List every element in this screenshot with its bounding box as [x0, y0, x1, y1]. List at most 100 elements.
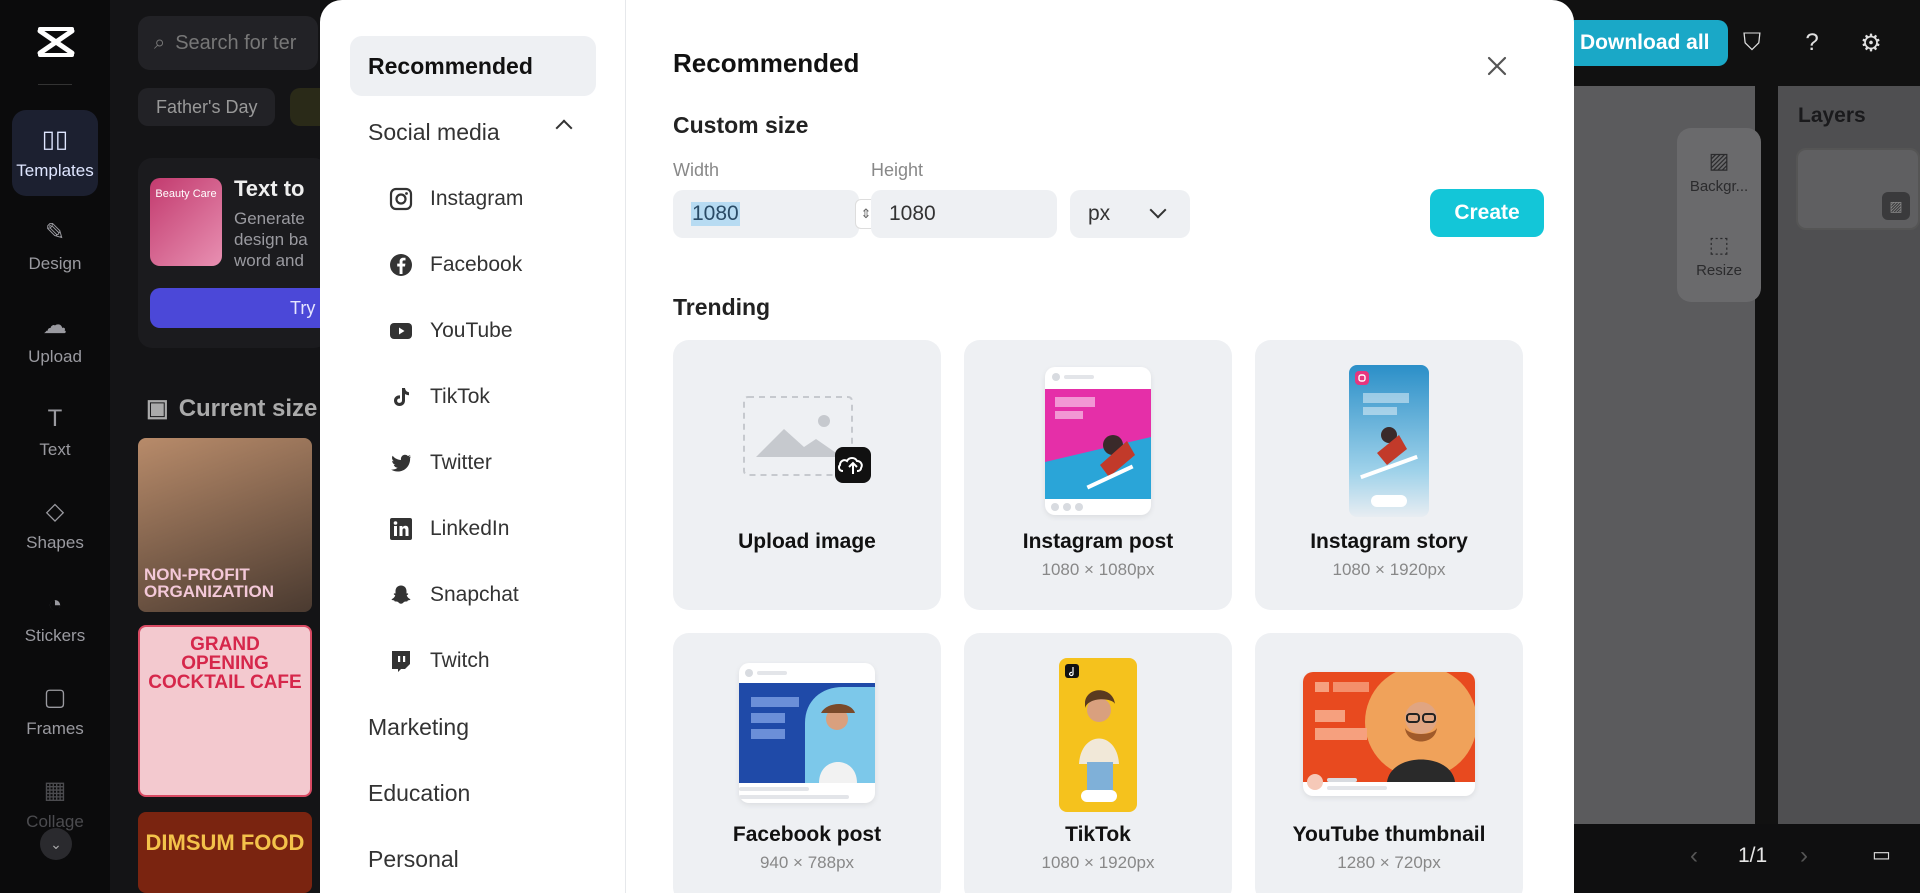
card-label: Instagram post [1022, 530, 1174, 553]
instagram-icon [388, 186, 414, 212]
template-search-input[interactable]: ⌕ Search for ter [138, 16, 318, 70]
rail-frames[interactable]: ▢ Frames [12, 668, 98, 754]
stickers-icon: ◔ [47, 591, 63, 618]
nav-recommended[interactable]: Recommended [350, 36, 596, 96]
width-label: Width [673, 160, 720, 180]
prev-page-icon[interactable]: ‹ [1690, 842, 1698, 870]
nav-sub-label: Facebook [430, 253, 523, 276]
rail-upload[interactable]: ☁ Upload [12, 296, 98, 382]
upload-image-card[interactable]: Upload image [673, 340, 941, 610]
close-icon[interactable] [1483, 52, 1511, 80]
rail-design[interactable]: ✎ Design [12, 203, 98, 289]
templates-panel: ⌕ Search for ter Father's Day Beauty Care… [110, 0, 330, 893]
nav-marketing[interactable]: Marketing [350, 697, 596, 757]
chevron-down-icon: ⌄ [50, 835, 62, 852]
template-thumbnail[interactable]: NON-PROFIT ORGANIZATION [138, 438, 312, 612]
chip-label: Father's Day [156, 96, 258, 117]
download-all-button[interactable]: Download all [1562, 20, 1728, 66]
promo-thumbnail: Beauty Care [150, 178, 222, 266]
trending-heading: Trending [673, 294, 771, 320]
template-thumbnail[interactable]: DIMSUM FOOD [138, 812, 312, 893]
youtube-thumbnail-image [1303, 672, 1475, 796]
unit-value: px [1088, 202, 1111, 225]
rail-label: Templates [16, 161, 94, 180]
chevron-up-icon [555, 119, 573, 137]
card-label: Upload image [738, 530, 876, 553]
rail-stickers[interactable]: ◔ Stickers [12, 575, 98, 661]
nav-tiktok[interactable]: TikTok [388, 377, 490, 417]
nav-label: Recommended [368, 52, 533, 79]
instagram-post-card[interactable]: Instagram post 1080 × 1080px [964, 340, 1232, 610]
background-layer-icon: ▨ [1882, 192, 1910, 220]
instagram-story-card[interactable]: Instagram story 1080 × 1920px [1255, 340, 1523, 610]
nav-personal[interactable]: Personal [350, 829, 596, 889]
youtube-thumbnail-card[interactable]: YouTube thumbnail 1280 × 720px [1255, 633, 1523, 893]
nav-twitch[interactable]: Twitch [388, 641, 490, 681]
background-tool[interactable]: ▨ Backgr... [1677, 148, 1761, 195]
resize-icon: ▣ [146, 395, 169, 422]
height-input[interactable]: 1080 [871, 190, 1057, 238]
nav-sub-label: YouTube [430, 319, 513, 342]
page-indicator: 1/1 [1738, 844, 1768, 867]
nav-sub-label: Twitter [430, 451, 492, 474]
layer-item[interactable]: ▨ [1796, 148, 1920, 230]
rail-text[interactable]: T Text [12, 389, 98, 475]
nav-sub-label: Snapchat [430, 583, 519, 606]
unit-select[interactable]: px [1070, 190, 1190, 238]
nav-sub-label: TikTok [430, 385, 490, 408]
facebook-post-thumbnail [739, 663, 875, 803]
nav-social-media[interactable]: Social media [350, 102, 596, 162]
next-page-icon[interactable]: › [1800, 842, 1808, 870]
rail-label: Stickers [24, 626, 86, 645]
page-navigation: ‹ 1/1 › ▭ [1570, 824, 1920, 893]
rail-label: Upload [28, 347, 82, 366]
height-value: 1080 [889, 202, 936, 225]
promo-description: Generate design ba word and [234, 209, 308, 270]
capcut-logo[interactable] [34, 20, 78, 64]
chevron-down-icon [1149, 201, 1167, 219]
nav-label: Social media [368, 118, 500, 145]
custom-size-heading: Custom size [673, 112, 809, 138]
download-all-label: Download all [1580, 31, 1710, 54]
create-button[interactable]: Create [1430, 189, 1544, 237]
tiktok-card[interactable]: TikTok 1080 × 1920px [964, 633, 1232, 893]
width-input[interactable]: 1080 [673, 190, 859, 238]
rail-templates[interactable]: ▯▯ Templates [12, 110, 98, 196]
frames-icon: ▢ [43, 684, 67, 711]
settings-icon[interactable]: ⚙ [1852, 24, 1890, 62]
nav-education[interactable]: Education [350, 763, 596, 823]
help-icon[interactable]: ? [1793, 24, 1831, 62]
nav-facebook[interactable]: Facebook [388, 245, 522, 285]
template-thumbnail[interactable]: GRAND OPENING COCKTAIL CAFE [138, 625, 312, 797]
nav-snapchat[interactable]: Snapchat [388, 575, 519, 615]
search-placeholder: Search for ter [175, 31, 297, 54]
shield-icon[interactable]: ⛉ [1733, 24, 1771, 62]
facebook-post-card[interactable]: Facebook post 940 × 788px [673, 633, 941, 893]
nav-twitter[interactable]: Twitter [388, 443, 492, 483]
search-icon: ⌕ [154, 31, 166, 54]
card-label: Facebook post [732, 823, 882, 846]
nav-linkedin[interactable]: LinkedIn [388, 509, 509, 549]
card-size: 940 × 788px [759, 853, 855, 872]
background-icon: ▨ [1708, 148, 1730, 173]
resize-modal: Recommended Social media Instagram Faceb… [320, 0, 1574, 893]
modal-nav: Recommended Social media Instagram Faceb… [320, 0, 626, 893]
nav-label: Education [368, 779, 471, 806]
collage-icon: ▦ [43, 777, 67, 804]
promo-try-button[interactable]: Try [150, 288, 328, 328]
resize-tool[interactable]: ⬚ Resize [1677, 232, 1761, 279]
current-size-heading: ▣ Current size [146, 394, 317, 423]
chip-fathers-day[interactable]: Father's Day [138, 88, 276, 126]
pages-icon[interactable]: ▭ [1872, 842, 1891, 867]
card-label: Instagram story [1310, 530, 1468, 553]
tool-label: Resize [1696, 262, 1742, 279]
card-size: 1080 × 1920px [1332, 560, 1446, 579]
nav-instagram[interactable]: Instagram [388, 179, 523, 219]
rail-expand-button[interactable]: ⌄ [40, 828, 72, 860]
card-label: YouTube thumbnail [1292, 823, 1486, 846]
nav-youtube[interactable]: YouTube [388, 311, 513, 351]
card-size: 1080 × 1920px [1041, 853, 1155, 872]
rail-shapes[interactable]: ◇ Shapes [12, 482, 98, 568]
promo-title: Text to [234, 176, 305, 201]
tiktok-icon [388, 384, 414, 410]
